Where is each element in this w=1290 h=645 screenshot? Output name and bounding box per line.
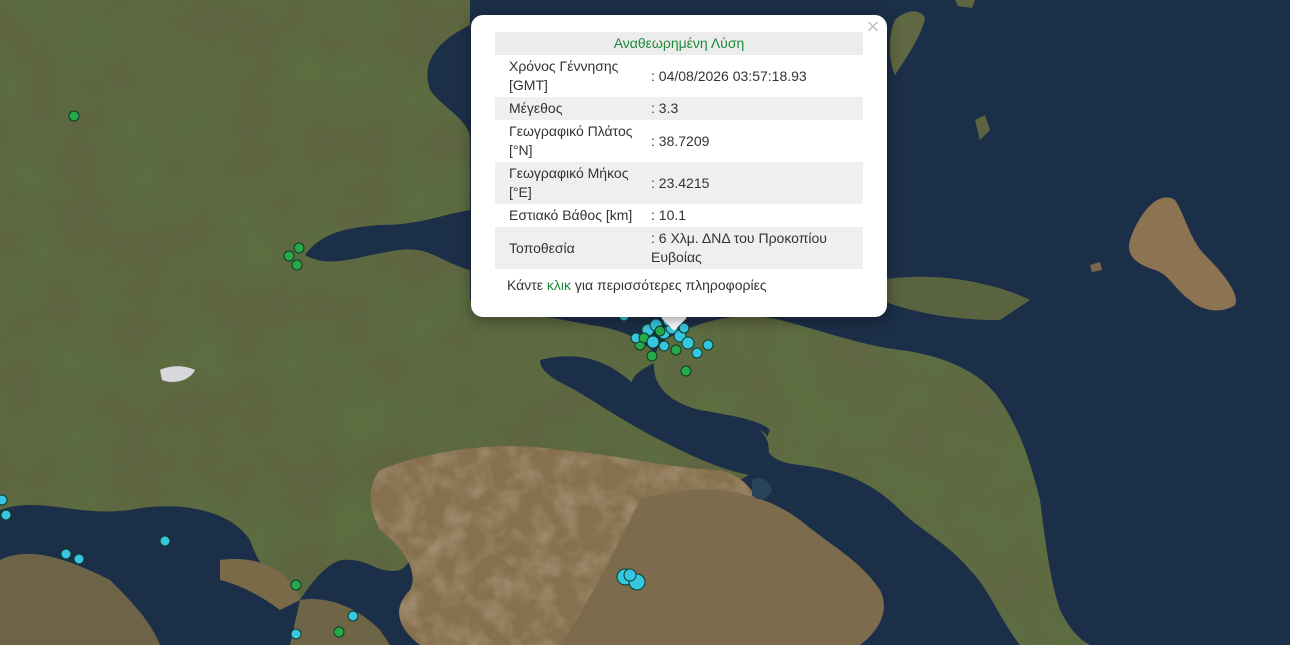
earthquake-marker[interactable] <box>646 350 658 362</box>
earthquake-info-table: Αναθεωρημένη Λύση Χρόνος Γέννησης [GMT] … <box>495 32 863 269</box>
earthquake-marker[interactable] <box>0 509 12 521</box>
earthquake-marker[interactable] <box>73 553 85 565</box>
earthquake-marker[interactable] <box>0 494 8 506</box>
info-row: Εστιακό Βάθος [km] : 10.1 <box>495 204 863 227</box>
more-info-text: Κάντε κλικ για περισσότερες πληροφορίες <box>507 277 767 293</box>
earthquake-marker[interactable] <box>68 110 80 122</box>
earthquake-marker[interactable] <box>290 579 302 591</box>
info-row: Μέγεθος : 3.3 <box>495 97 863 120</box>
earthquake-marker[interactable] <box>681 336 695 350</box>
earthquake-marker[interactable] <box>670 344 682 356</box>
close-icon[interactable]: × <box>865 18 881 36</box>
earthquake-marker[interactable] <box>658 340 670 352</box>
earthquake-marker[interactable] <box>333 626 345 638</box>
popup-title: Αναθεωρημένη Λύση <box>495 32 863 55</box>
earthquake-marker[interactable] <box>290 628 302 640</box>
origin-time-value: : 04/08/2026 03:57:18.93 <box>651 67 807 84</box>
longitude-value: : 23.4215 <box>651 162 863 204</box>
info-row: Τοποθεσία : 6 Χλμ. ΔΝΔ του Προκοπίου Ευβ… <box>495 227 863 269</box>
earthquake-marker[interactable] <box>347 610 359 622</box>
origin-time-label: Χρόνος Γέννησης [GMT] <box>509 58 619 93</box>
more-info-suffix: για περισσότερες πληροφορίες <box>571 277 767 293</box>
earthquake-marker[interactable] <box>678 322 690 334</box>
info-row: Γεωγραφικό Πλάτος [°N] : 38.7209 <box>495 120 863 162</box>
earthquake-marker[interactable] <box>283 250 295 262</box>
earthquake-marker[interactable] <box>654 325 666 337</box>
earthquake-marker[interactable] <box>646 335 660 349</box>
earthquake-marker[interactable] <box>291 259 303 271</box>
earthquake-marker[interactable] <box>293 242 305 254</box>
latitude-label: Γεωγραφικό Πλάτος [°N] <box>509 123 633 158</box>
earthquake-marker[interactable] <box>60 548 72 560</box>
earthquake-marker[interactable] <box>680 365 692 377</box>
earthquake-marker[interactable] <box>691 347 703 359</box>
location-label: Τοποθεσία <box>495 227 651 269</box>
more-info-link[interactable]: κλικ <box>547 277 571 293</box>
popup-title-row: Αναθεωρημένη Λύση <box>495 32 863 55</box>
depth-value: : 10.1 <box>651 207 687 223</box>
magnitude-value: : 3.3 <box>651 97 863 120</box>
info-row: Γεωγραφικό Μήκος [°E] : 23.4215 <box>495 162 863 204</box>
more-info-prefix: Κάντε <box>507 277 547 293</box>
location-value: : 6 Χλμ. ΔΝΔ του Προκοπίου Ευβοίας <box>651 227 863 269</box>
earthquake-marker[interactable] <box>702 339 714 351</box>
magnitude-label: Μέγεθος <box>495 97 651 120</box>
info-row: Χρόνος Γέννησης [GMT] : 04/08/2026 03:57… <box>495 55 863 97</box>
earthquake-marker[interactable] <box>159 535 171 547</box>
longitude-label: Γεωγραφικό Μήκος [°E] <box>495 162 651 204</box>
earthquake-marker[interactable] <box>623 568 637 582</box>
latitude-value: : 38.7209 <box>651 132 710 149</box>
depth-label: Εστιακό Βάθος [km] <box>509 207 633 223</box>
earthquake-popup: × Αναθεωρημένη Λύση Χρόνος Γέννησης [GMT… <box>471 15 887 317</box>
